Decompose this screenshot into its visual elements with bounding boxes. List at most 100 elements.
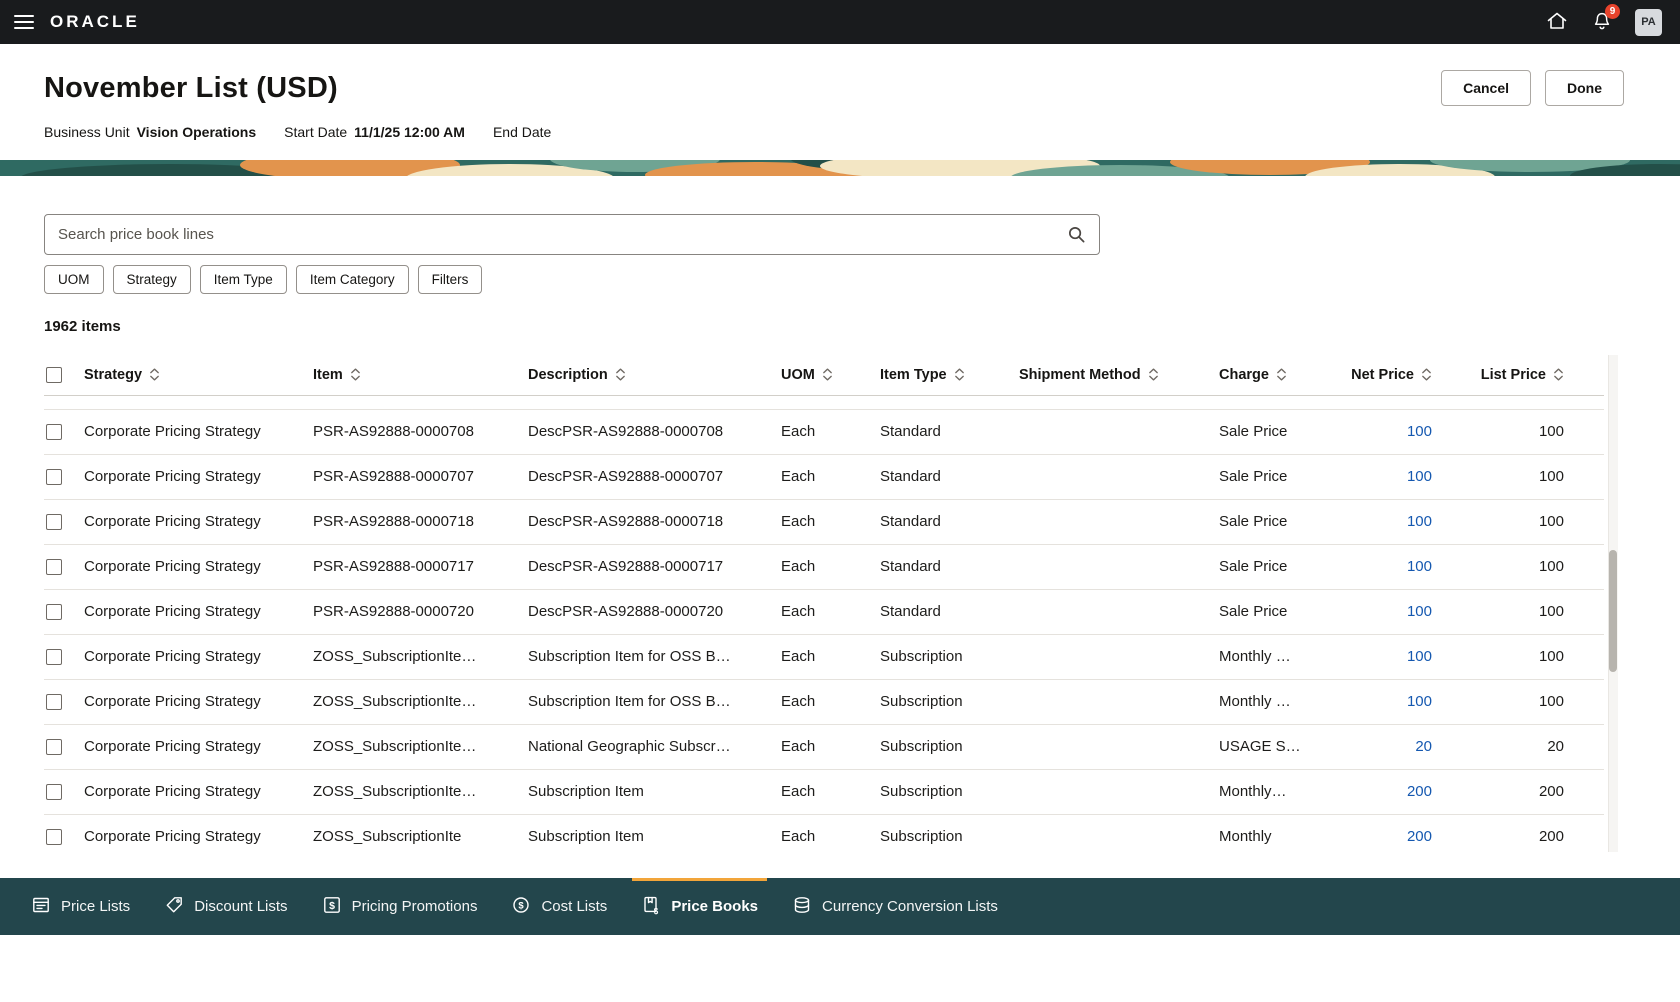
cancel-button[interactable]: Cancel [1441,70,1531,106]
row-select-cell [44,409,84,455]
row-checkbox[interactable] [46,469,62,486]
cell-uom: Each [781,814,880,852]
cell-item: ZOSS_SubscriptionIte… [313,679,528,725]
nav-discount-lists[interactable]: Discount Lists [147,878,304,935]
row-checkbox[interactable] [46,604,62,621]
menu-icon[interactable] [14,15,34,29]
column-header-shipment-method[interactable]: Shipment Method [1019,355,1219,396]
cell-item-type: Standard [880,499,1019,545]
sort-icon [1554,368,1563,381]
column-header-charge[interactable]: Charge [1219,355,1336,396]
nav-price-lists[interactable]: Price Lists [14,878,147,935]
chip-filters[interactable]: Filters [417,265,483,294]
table-row: Corporate Pricing Strategy PSR-AS92888-0… [44,499,1604,545]
cell-item-type: Subscription [880,679,1019,725]
row-checkbox[interactable] [46,739,62,756]
cell-list-price: 100 [1459,679,1604,725]
table-row: Corporate Pricing Strategy ZOSS_Subscrip… [44,724,1604,770]
net-price-link[interactable]: 200 [1407,783,1432,800]
net-price-link[interactable]: 100 [1407,468,1432,485]
chip-uom[interactable]: UOM [44,265,104,294]
net-price-link[interactable]: 100 [1407,513,1432,530]
chip-strategy[interactable]: Strategy [112,265,191,294]
column-header-uom[interactable]: UOM [781,355,880,396]
cell-item: ZOSS_SubscriptionIte… [313,634,528,680]
sort-icon [150,368,159,381]
search-icon[interactable] [1067,225,1086,244]
cell-net-price: 100 [1336,454,1459,500]
business-unit-label: Business Unit [44,124,130,140]
home-button[interactable] [1545,9,1569,36]
row-checkbox[interactable] [46,649,62,666]
cell-item: ZOSS_SubscriptionIte [313,814,528,852]
row-checkbox[interactable] [46,829,62,846]
net-price-link[interactable]: 100 [1407,603,1432,620]
cell-charge: Sale Price [1219,409,1336,455]
home-icon [1545,9,1569,36]
cell-charge: Monthly [1219,814,1336,852]
net-price-link[interactable]: 100 [1407,648,1432,665]
row-checkbox[interactable] [46,784,62,801]
cell-item: PSR-AS92888-0000707 [313,454,528,500]
cell-uom: Each [781,724,880,770]
table-row: Corporate Pricing Strategy ZOSS_Subscrip… [44,769,1604,815]
net-price-link[interactable]: 100 [1407,693,1432,710]
scrollbar-thumb[interactable] [1609,550,1617,672]
row-checkbox[interactable] [46,424,62,441]
select-all-checkbox[interactable] [46,366,62,383]
start-date: Start Date 11/1/25 12:00 AM [284,124,465,140]
cell-description: National Geographic Subscr… [528,724,781,770]
cell-net-price: 100 [1336,499,1459,545]
avatar[interactable]: PA [1635,8,1662,36]
column-header-net-price[interactable]: Net Price [1336,355,1459,396]
search-input[interactable] [58,226,1067,243]
nav-currency-conversion-lists[interactable]: Currency Conversion Lists [775,878,1015,935]
cell-description: DescPSR-AS92888-0000718 [528,499,781,545]
cell-net-price: 100 [1336,409,1459,455]
column-header-list-price[interactable]: List Price [1459,355,1604,396]
table-scrollbar[interactable] [1608,355,1618,852]
cell-shipment-method [1019,409,1219,455]
cell-strategy: Corporate Pricing Strategy [84,679,313,725]
chip-item-category[interactable]: Item Category [295,265,409,294]
table-header-row: Strategy Item Description UOM Item Type … [44,355,1604,396]
notifications-button[interactable]: 9 [1591,3,1620,35]
cell-uom: Each [781,544,880,590]
row-checkbox[interactable] [46,559,62,576]
net-price-link[interactable]: 100 [1407,423,1432,440]
cell-description: DescPSR-AS92888-0000717 [528,544,781,590]
oracle-logo: ORACLE [50,12,140,31]
nav-cost-lists[interactable]: $ Cost Lists [494,878,624,935]
column-header-strategy[interactable]: Strategy [84,355,313,396]
cell-net-price: 200 [1336,814,1459,852]
net-price-link[interactable]: 200 [1407,828,1432,845]
cell-charge: Monthly … [1219,634,1336,680]
nav-price-books[interactable]: $ Price Books [624,878,775,935]
nav-pricing-promotions[interactable]: $ Pricing Promotions [305,878,495,935]
column-header-item-type[interactable]: Item Type [880,355,1019,396]
cell-shipment-method [1019,634,1219,680]
start-date-label: Start Date [284,124,348,140]
sort-icon [615,368,625,381]
column-header-item[interactable]: Item [313,355,528,396]
header-meta: Business Unit Vision Operations Start Da… [44,124,1624,140]
net-price-link[interactable]: 20 [1415,738,1432,755]
cell-strategy: Corporate Pricing Strategy [84,769,313,815]
filter-chips: UOM Strategy Item Type Item Category Fil… [44,265,1680,294]
app-root: ORACLE 9 PA November List (USD) Cancel D… [0,0,1680,1002]
chip-item-type[interactable]: Item Type [199,265,287,294]
net-price-link[interactable]: 100 [1407,558,1432,575]
cell-list-price: 20 [1459,724,1604,770]
cell-description: Subscription Item [528,769,781,815]
row-checkbox[interactable] [46,694,62,711]
column-header-description[interactable]: Description [528,355,781,396]
row-checkbox[interactable] [46,514,62,531]
done-button[interactable]: Done [1545,70,1624,106]
cell-list-price: 100 [1459,499,1604,545]
notification-badge: 9 [1605,3,1620,19]
cell-charge: Sale Price [1219,544,1336,590]
cell-item: ZOSS_SubscriptionIte… [313,724,528,770]
business-unit: Business Unit Vision Operations [44,124,256,140]
cell-shipment-method [1019,679,1219,725]
price-books-icon: $ [641,895,661,919]
